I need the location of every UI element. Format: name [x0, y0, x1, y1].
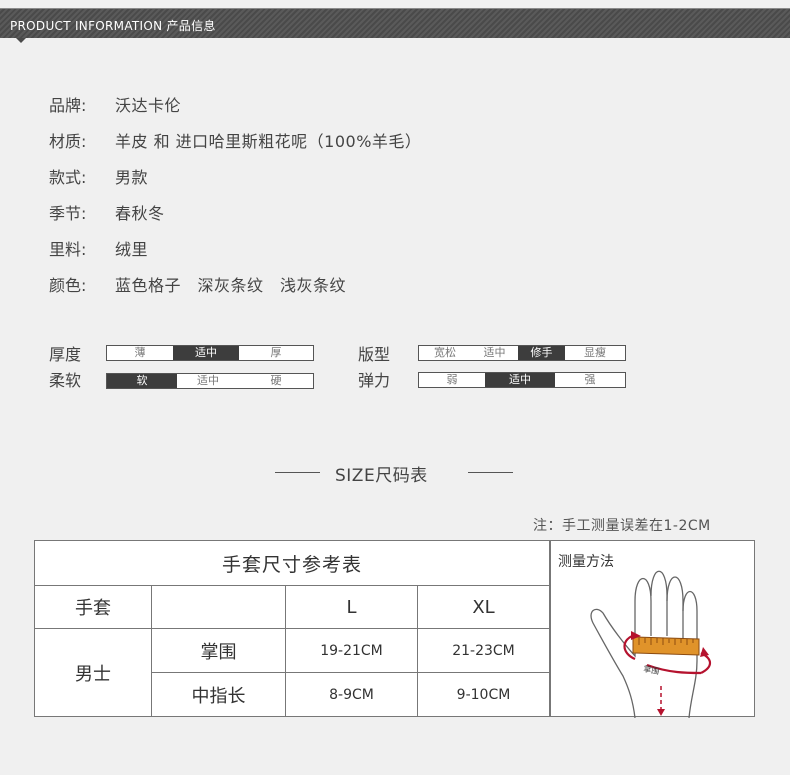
header-notch: [16, 38, 26, 43]
info-value: 男款: [115, 168, 149, 187]
info-label: 品牌:: [49, 96, 87, 115]
info-label: 里料:: [49, 240, 87, 259]
title-rule-right: [468, 472, 513, 473]
table-caption: 手套尺寸参考表: [34, 540, 550, 586]
elasticity-scale: 弱 适中 强: [418, 372, 626, 388]
table-group-label: 男士: [34, 628, 152, 717]
scale-option-selected: 修手: [518, 346, 565, 360]
info-row-brand: 品牌: 沃达卡伦: [49, 92, 421, 128]
info-row-color: 颜色: 蓝色格子 深灰条纹 浅灰条纹: [49, 272, 421, 308]
table-header-size: L: [285, 585, 418, 629]
table-header-label: 手套: [34, 585, 152, 629]
thickness-scale: 薄 适中 厚: [106, 345, 314, 361]
table-header-blank: [151, 585, 286, 629]
info-label: 材质:: [49, 132, 87, 151]
scale-option: 显瘦: [584, 346, 606, 359]
softness-label: 柔软: [49, 371, 82, 390]
info-label: 款式:: [49, 168, 87, 187]
info-row-lining: 里料: 绒里: [49, 236, 421, 272]
table-cell: 21-23CM: [417, 628, 550, 673]
info-row-material: 材质: 羊皮 和 进口哈里斯粗花呢（100%羊毛）: [49, 128, 421, 164]
palm-label: 掌围: [643, 663, 661, 676]
scale-option: 宽松: [434, 346, 456, 359]
info-value: 蓝色格子 深灰条纹 浅灰条纹: [115, 276, 347, 295]
thickness-label: 厚度: [49, 345, 82, 364]
measuring-tape: [632, 636, 700, 656]
size-table: 手套尺寸参考表 手套 L XL 男士 掌围 19-21CM 21-23CM 中指…: [34, 540, 550, 717]
info-value: 沃达卡伦: [115, 96, 182, 115]
scale-option: 适中: [483, 346, 506, 359]
info-value: 绒里: [115, 240, 149, 259]
header-bar: PRODUCT INFORMATION 产品信息: [0, 8, 790, 38]
table-row-name: 中指长: [151, 672, 286, 717]
scale-option: 硬: [270, 374, 282, 387]
scale-option-selected: 适中: [173, 346, 239, 360]
scale-option: 弱: [446, 373, 458, 386]
info-label: 颜色:: [49, 276, 87, 295]
title-rule-left: [275, 472, 320, 473]
info-row-season: 季节: 春秋冬: [49, 200, 421, 236]
size-section-title: SIZE尺码表: [275, 461, 520, 486]
table-row: 男士 掌围 19-21CM 21-23CM: [34, 628, 550, 717]
info-row-style: 款式: 男款: [49, 164, 421, 200]
softness-scale: 软 适中 硬: [106, 373, 314, 389]
size-title-text: SIZE尺码表: [335, 466, 428, 486]
scale-option: 厚: [270, 346, 282, 359]
header-title: PRODUCT INFORMATION 产品信息: [10, 19, 216, 33]
scale-option: 强: [584, 373, 596, 386]
elasticity-label: 弹力: [358, 371, 391, 390]
hand-measure-illustration: 掌围: [590, 570, 712, 718]
table-cell: 9-10CM: [417, 672, 550, 717]
table-header-size: XL: [417, 585, 550, 629]
scale-option: 薄: [134, 346, 146, 359]
table-row-name: 掌围: [151, 628, 286, 673]
info-value: 春秋冬: [115, 204, 165, 223]
fit-scale: 宽松 适中 修手 显瘦: [418, 345, 626, 361]
table-cell: 8-9CM: [285, 672, 418, 717]
measurement-note: 注：手工测量误差在1-2CM: [533, 518, 711, 534]
scale-option-selected: 适中: [485, 373, 555, 387]
scale-option: 适中: [197, 374, 219, 387]
scale-option-selected: 软: [107, 374, 177, 388]
table-cell: 19-21CM: [285, 628, 418, 673]
fit-label: 版型: [358, 345, 391, 364]
info-value: 羊皮 和 进口哈里斯粗花呢（100%羊毛）: [115, 132, 422, 151]
info-list: 品牌: 沃达卡伦 材质: 羊皮 和 进口哈里斯粗花呢（100%羊毛） 款式: 男…: [49, 92, 421, 308]
measure-box: 测量方法 掌围: [550, 540, 755, 718]
info-label: 季节:: [49, 204, 87, 223]
